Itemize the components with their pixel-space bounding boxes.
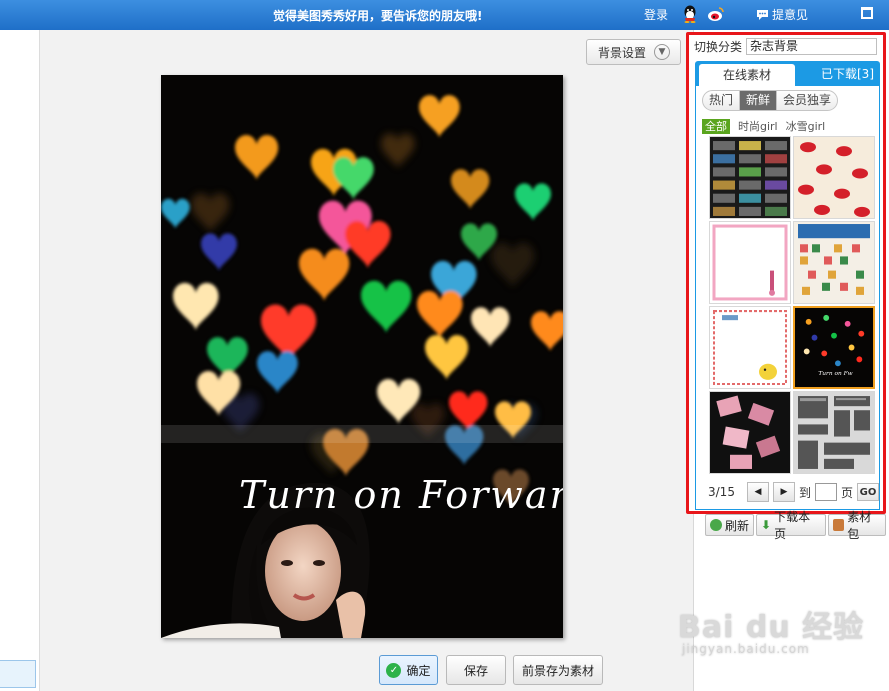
refresh-label: 刷新: [725, 518, 750, 533]
pager: 3/15 ◀ ▶ 到 页 GO: [708, 482, 879, 502]
thumb-newspaper[interactable]: [793, 391, 875, 474]
category-select[interactable]: 杂志背景: [746, 38, 878, 55]
confirm-label: 确定: [406, 663, 431, 678]
filter-ice-girl[interactable]: 冰雪girl: [786, 118, 826, 134]
left-sidebar: [0, 30, 40, 691]
background-settings-button[interactable]: 背景设置 ▼: [586, 39, 681, 65]
feedback-label: 提意见: [772, 8, 809, 22]
thumb-lesportsac[interactable]: [793, 221, 875, 304]
refresh-icon: [710, 519, 722, 531]
thumb-cassettes[interactable]: [709, 136, 791, 219]
baidu-jingyan-watermark: Bai du 经验 jingyan.baidu.com: [678, 602, 864, 656]
material-tabs: 在线素材 已下载[3]: [695, 61, 880, 86]
segment-new[interactable]: 新鲜: [740, 91, 778, 110]
check-icon: ✓: [386, 662, 402, 678]
slogan-text: 觉得美图秀秀好用，要告诉您的朋友哦!: [273, 9, 483, 23]
chevron-down-icon: ▼: [654, 44, 671, 60]
tab-online-materials[interactable]: 在线素材: [699, 64, 795, 86]
refresh-button[interactable]: 刷新: [705, 514, 754, 536]
left-tab-stub[interactable]: [0, 660, 36, 688]
login-link[interactable]: 登录: [644, 6, 668, 23]
save-foreground-button[interactable]: 前景存为素材: [513, 655, 603, 685]
go-button[interactable]: GO: [856, 483, 879, 501]
save-label: 保存: [463, 663, 488, 678]
next-page-button[interactable]: ▶: [772, 482, 795, 502]
material-package-button[interactable]: 素材包: [828, 510, 886, 541]
feedback-link[interactable]: 提意见: [756, 6, 808, 23]
arrow-right-icon: ▶: [780, 487, 788, 497]
download-page-button[interactable]: ⬇ 下载本页: [756, 510, 826, 541]
thumb-hearts[interactable]: Turn on Fw: [793, 306, 875, 389]
qq-icon[interactable]: [682, 5, 698, 23]
package-icon: [833, 519, 845, 531]
filter-all[interactable]: 全部: [702, 118, 730, 134]
chat-icon: [757, 9, 768, 20]
window-icon[interactable]: [861, 7, 873, 19]
thumbnail-grid: Turn on Fw: [709, 136, 877, 474]
watermark-brand: Bai du 经验: [678, 610, 865, 645]
page-unit-label: 页: [840, 485, 853, 500]
tab-downloaded[interactable]: 已下载[3]: [821, 65, 874, 82]
material-panel-highlight: 切换分类 杂志背景 在线素材 已下载[3] 热门 新鲜 会员独享 全部 时尚gi…: [686, 32, 886, 514]
filter-fashion-girl[interactable]: 时尚girl: [738, 118, 778, 134]
filter-row: 全部 时尚girl 冰雪girl: [702, 118, 825, 134]
category-row: 切换分类 杂志背景: [694, 38, 878, 55]
package-label: 素材包: [847, 510, 872, 541]
background-settings-label: 背景设置: [598, 45, 647, 60]
prev-page-button[interactable]: ◀: [746, 482, 769, 502]
bokeh-hearts-image: [161, 75, 563, 638]
goto-label: 到: [798, 485, 811, 500]
page-status: 3/15: [708, 485, 735, 499]
confirm-button[interactable]: ✓ 确定: [379, 655, 438, 685]
script-text-overlay: Turn on Forward: [239, 473, 563, 517]
segment-hot[interactable]: 热门: [703, 91, 741, 110]
thumb-lips[interactable]: [793, 136, 875, 219]
page-number-input[interactable]: [814, 483, 837, 501]
download-page-label: 下载本页: [774, 510, 811, 541]
arrow-left-icon: ◀: [754, 487, 762, 497]
thumb-pink-frame[interactable]: [709, 221, 791, 304]
segment-vip[interactable]: 会员独享: [777, 91, 837, 110]
weibo-icon[interactable]: [707, 5, 725, 23]
top-bar: 觉得美图秀秀好用，要告诉您的朋友哦! 登录 提意见: [0, 0, 889, 30]
thumb-cosmetics[interactable]: [709, 391, 791, 474]
photo-canvas[interactable]: Turn on Forward: [161, 75, 563, 638]
download-arrow-icon: ⬇: [761, 518, 772, 532]
svg-text:Turn on Fw: Turn on Fw: [818, 371, 852, 377]
sort-segment: 热门 新鲜 会员独享: [702, 90, 839, 111]
save-button[interactable]: 保存: [446, 655, 506, 685]
category-label: 切换分类: [694, 40, 743, 54]
save-foreground-label: 前景存为素材: [521, 663, 594, 678]
thumb-chick-frame[interactable]: [709, 306, 791, 389]
